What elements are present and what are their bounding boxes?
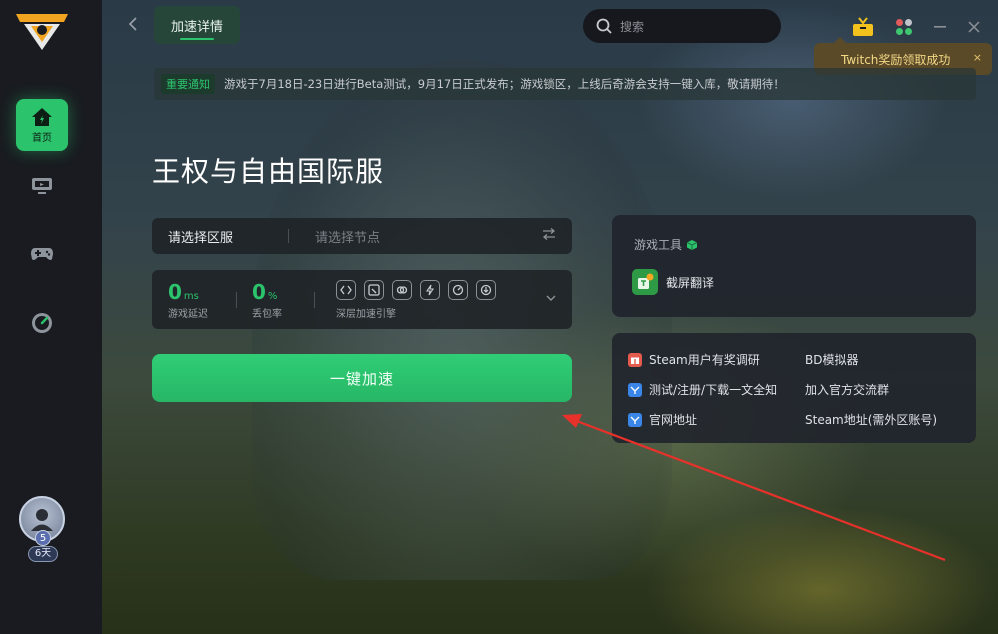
level-badge: 5: [35, 530, 51, 546]
latency-unit: ms: [183, 291, 199, 302]
link-label: 加入官方交流群: [805, 383, 890, 397]
lightning-icon: [425, 284, 435, 296]
sidebar-item-label: 首页: [32, 132, 52, 144]
loss-caption: 丢包率: [252, 309, 282, 320]
search-icon: [596, 18, 612, 34]
game-title: 王权与自由国际服: [152, 155, 385, 188]
link-icon: [340, 285, 352, 295]
swap-icon[interactable]: [542, 228, 572, 244]
download-icon: [480, 284, 492, 296]
link-label: 官网地址: [649, 413, 698, 427]
link-label: Steam地址(需外区账号): [805, 413, 938, 427]
expand-button[interactable]: [546, 290, 556, 304]
game-tools-panel: 游戏工具 截屏翻译: [612, 215, 976, 317]
sidebar-item-home[interactable]: 首页: [16, 99, 68, 151]
engine-toggle-chain[interactable]: [392, 280, 412, 300]
chevron-left-icon: [128, 17, 137, 31]
cube-icon: [686, 239, 698, 250]
divider: [236, 292, 237, 308]
engine-toggle-gauge[interactable]: [448, 280, 468, 300]
home-icon: [32, 107, 52, 126]
close-window-button[interactable]: [963, 16, 985, 38]
packet-loss-stat: 0% 丢包率: [252, 280, 282, 320]
speedometer-icon: [32, 313, 52, 333]
doc-icon: [628, 412, 642, 427]
sidebar: 首页 5 6天: [0, 0, 102, 634]
tools-title: 游戏工具: [634, 238, 683, 252]
monitor-icon: [32, 178, 52, 194]
link-steam-address[interactable]: Steam地址(需外区账号): [805, 411, 937, 428]
toast-text: Twitch奖励领取成功: [841, 52, 951, 67]
engine-toggle-download[interactable]: [476, 280, 496, 300]
engine-caption: 深层加速引擎: [336, 309, 396, 320]
minimize-icon: [934, 26, 946, 28]
tool-label: 截屏翻译: [666, 275, 715, 290]
user-icon: [31, 509, 53, 531]
membership-days: 6天: [28, 546, 58, 562]
accelerate-button[interactable]: 一键加速: [152, 354, 572, 402]
translate-icon: [632, 269, 658, 295]
toast-close-button[interactable]: ×: [973, 51, 982, 64]
link-steam-survey[interactable]: Steam用户有奖调研: [628, 351, 760, 368]
link-bd-emulator[interactable]: BD模拟器: [805, 351, 858, 368]
search-input[interactable]: 搜索: [583, 9, 781, 43]
link-official-site[interactable]: 官网地址: [628, 411, 697, 428]
engine-toggle-row: [336, 280, 496, 300]
close-icon: [968, 21, 980, 33]
sidebar-item-monitor[interactable]: [16, 160, 68, 212]
notice-bar: 重要通知 游戏于7月18日-23日进行Beta测试，9月17日正式发布；游戏锁区…: [154, 68, 976, 100]
tools-header: 游戏工具: [634, 236, 698, 253]
tab-acceleration-details[interactable]: 加速详情: [154, 6, 240, 44]
latency-caption: 游戏延迟: [168, 309, 208, 320]
link-test-guide[interactable]: 测试/注册/下载一文全知: [628, 381, 777, 398]
loss-unit: %: [267, 291, 278, 302]
latency-stat: 0 ms 游戏延迟: [168, 280, 208, 320]
user-profile[interactable]: 5 6天: [19, 496, 67, 566]
quick-links-panel: Steam用户有奖调研 BD模拟器 测试/注册/下载一文全知 加入官方交流群 官…: [612, 333, 976, 443]
server-node-selector[interactable]: 请选择区服 请选择节点: [152, 218, 572, 254]
apps-button[interactable]: [893, 16, 915, 38]
link-label: 测试/注册/下载一文全知: [649, 383, 778, 397]
link-label: Steam用户有奖调研: [649, 353, 760, 367]
gamepad-icon: [31, 248, 53, 260]
chain-icon: [396, 286, 408, 294]
gift-icon: [628, 352, 642, 367]
divider: [314, 292, 315, 308]
doc-icon: [628, 382, 642, 397]
region-select[interactable]: 请选择区服: [152, 227, 288, 246]
notice-badge: 重要通知: [161, 74, 215, 94]
sidebar-item-speed[interactable]: [16, 297, 68, 349]
chevron-down-icon: [546, 295, 556, 301]
engine-toggle-link[interactable]: [336, 280, 356, 300]
back-button[interactable]: [128, 16, 138, 36]
gift-box-icon: [853, 17, 873, 36]
screenshot-translate-tool[interactable]: 截屏翻译: [632, 269, 714, 295]
node-select[interactable]: 请选择节点: [289, 227, 542, 246]
minimize-button[interactable]: [929, 16, 951, 38]
app-logo: [16, 14, 68, 50]
reward-button[interactable]: [852, 16, 874, 38]
gauge-icon: [452, 284, 464, 296]
link-join-group[interactable]: 加入官方交流群: [805, 381, 889, 398]
sidebar-item-games[interactable]: [16, 228, 68, 280]
loss-value: 0: [252, 280, 266, 304]
link-label: BD模拟器: [805, 353, 859, 367]
search-placeholder: 搜索: [620, 19, 645, 34]
engine-toggle-window[interactable]: [364, 280, 384, 300]
window-icon: [368, 284, 380, 296]
latency-value: 0: [168, 280, 182, 304]
apps-icon: [896, 19, 912, 35]
engine-toggle-boost[interactable]: [420, 280, 440, 300]
stats-panel: 0 ms 游戏延迟 0% 丢包率 深层加速引擎: [152, 270, 572, 329]
notice-text: 游戏于7月18日-23日进行Beta测试，9月17日正式发布；游戏锁区，上线后奇…: [224, 77, 785, 91]
